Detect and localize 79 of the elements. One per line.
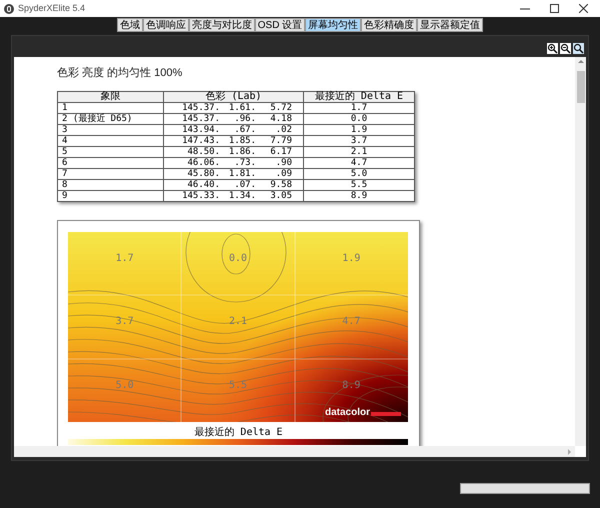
tab[interactable]: OSD 设置 [254,18,306,32]
table-cell: 3.7 [304,136,414,146]
table-cell-text: 145.33. [181,191,220,201]
logo-bar [371,412,401,416]
table-cell-text: 143.94. [181,125,220,135]
delta-e-label: 1.9 [342,252,360,266]
table-cell-text: .02 [274,125,292,135]
table-cell: 7 [58,168,164,180]
delta-e-label: 4.7 [342,315,360,330]
table-cell-text: .07. [233,180,256,190]
tab[interactable]: 色调响应 [142,18,189,32]
table-cell: 6 [58,158,164,168]
tab[interactable]: 显示器额定值 [417,18,484,32]
delta-e-label: 0.0 [228,252,248,266]
table-cell-text: 4.18 [269,114,292,124]
delta-e-label: 3.7 [116,315,134,330]
table-cell: 4.7 [304,158,414,168]
delta-e-label: 5.5 [228,378,248,393]
table-cell: 3 [58,124,164,136]
table-cell: 5 [58,146,164,158]
scrollbar-thumb[interactable] [576,71,584,103]
table-cell-text: 1.85. [228,136,256,146]
column-header: 最接近的 Delta E [304,92,414,102]
legend-title: 最接近的 Delta E [193,427,284,438]
tab[interactable]: 亮度与对比度 [188,18,255,32]
maximize-icon[interactable] [550,4,559,13]
vertical-scrollbar[interactable] [575,57,586,446]
delta-e-label: 2.1 [228,315,248,330]
table-cell-text: .96. [233,114,256,124]
table-cell-text: .09 [274,169,292,179]
table-cell: 2.1 [304,146,414,158]
table-cell-text: 1.61. [228,103,256,113]
table-cell: 0.0 [304,114,414,124]
table-cell-text: 5.72 [269,103,292,113]
table-cell-text: 147.43. [181,136,220,146]
close-icon[interactable] [579,4,588,13]
table-cell-text: .73. [233,158,256,168]
table-cell-text: 145.37. [181,114,220,124]
table-cell: 2 (最接近 D65) [58,114,164,124]
tab[interactable]: 色彩精确度 [361,18,418,32]
table-cell-text: 1.81. [228,169,256,179]
window-title: SpyderXElite 5.4 [18,2,86,15]
table-cell: 5.0 [304,168,414,180]
table-cell: 5.5 [304,180,414,190]
table-cell-text: 45.80. [186,169,220,179]
search-icon[interactable] [573,43,584,54]
delta-e-label: 5.0 [116,378,134,393]
table-cell-text: 7.79 [269,136,292,146]
table-cell-text: 145.37. [181,103,220,113]
tab[interactable]: 屏幕均匀性 [305,18,362,32]
zoom-out-icon[interactable] [560,43,571,54]
table-cell-text: 46.40. [186,180,220,190]
table-cell-text: 9.58 [269,180,292,190]
scroll-up-icon[interactable] [578,60,584,63]
report-title: 色彩 亮度 的均匀性 100% [57,66,184,81]
table-cell-text: .67. [233,125,256,135]
table-cell: 8.9 [304,190,414,202]
table-cell: 9 [58,190,164,202]
datacolor-logo: datacolor [324,407,370,418]
column-header: 象限 [58,92,164,102]
tab[interactable]: 色域 [116,18,143,32]
app-icon [4,4,14,14]
column-header: 色彩 (Lab) [164,92,304,102]
table-cell: 8 [58,180,164,190]
delta-e-label: 8.9 [342,378,360,393]
table-cell-text: 3.05 [269,191,292,201]
horizontal-scrollbar[interactable] [14,446,575,457]
table-cell-text: 48.50. [186,147,220,157]
zoom-in-icon[interactable] [547,43,558,54]
table-cell: 1.9 [304,124,414,136]
delta-e-label: 1.7 [116,252,134,266]
table-cell-text: 1.34. [228,191,256,201]
table-cell: 1.7 [304,102,414,114]
table-cell: 4 [58,136,164,146]
table-cell: 1 [58,102,164,114]
table-cell-text: 46.06. [186,158,220,168]
table-cell-text: 1.86. [228,147,256,157]
table-cell-text: .90 [274,158,292,168]
table-cell-text: 6.17 [269,147,292,157]
